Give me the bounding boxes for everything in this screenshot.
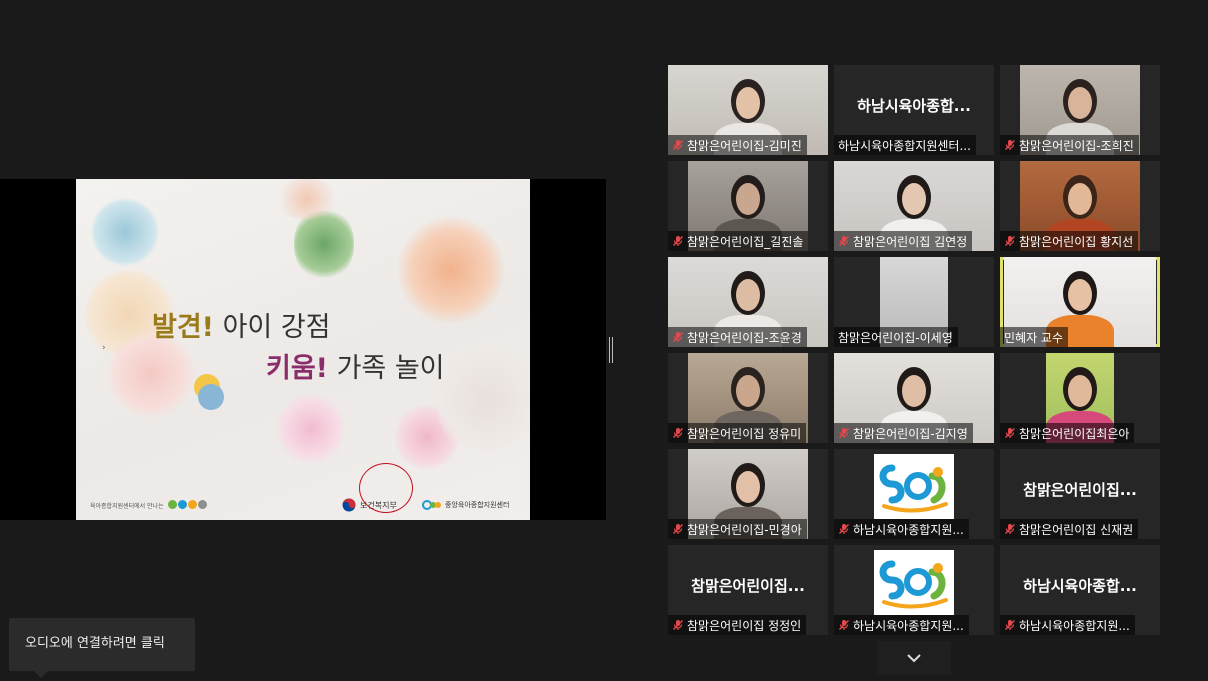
participant-tile[interactable]: 참맑은어린이집 김연정 <box>834 161 994 251</box>
tooltip-text: 오디오에 연결하려면 클릭 <box>25 636 165 651</box>
participant-name: 참맑은어린이집 정유미 <box>687 426 802 441</box>
gallery-next-page-button[interactable] <box>877 641 951 675</box>
participant-name: 하남시육아종합지원... <box>853 618 964 633</box>
participant-tile[interactable]: 참맑은어린이집-조윤경 <box>668 257 828 347</box>
participant-nameplate: 참맑은어린이집-민경아 <box>668 519 807 539</box>
shared-screen: › 발견! 아이 강점 키움! 가족 놀이 육아종합지원센터에서 만나는 보건복… <box>0 179 606 520</box>
participant-nameplate: 참맑은어린이집-김지영 <box>834 423 973 443</box>
participant-name: 참맑은어린이집 정정인 <box>687 618 802 633</box>
participant-name: 참맑은어린이집-민경아 <box>687 522 802 537</box>
participant-nameplate: 참맑은어린이집 정유미 <box>668 423 807 443</box>
participant-name: 하남시육아종합지원... <box>1019 618 1130 633</box>
audio-connect-tooltip[interactable]: 오디오에 연결하려면 클릭 <box>9 618 195 678</box>
participant-tile[interactable]: 참맑은어린이집 정유미 <box>668 353 828 443</box>
participant-logo <box>874 550 954 615</box>
participant-tile[interactable]: 민혜자 교수 <box>1000 257 1160 347</box>
chevron-down-icon <box>907 654 921 663</box>
organization-logo-icon <box>879 560 948 609</box>
participant-nameplate: 민혜자 교수 <box>1000 327 1069 347</box>
participant-nameplate: 하남시육아종합지원... <box>834 519 969 539</box>
participant-name: 참맑은어린이집최은아 <box>1019 426 1130 441</box>
participant-name: 참맑은어린이집 신재권 <box>1019 522 1134 537</box>
mic-muted-icon <box>673 428 683 438</box>
participant-tile[interactable]: 참맑은어린이집-김미진 <box>668 65 828 155</box>
participant-nameplate: 참맑은어린이집 신재권 <box>1000 519 1139 539</box>
participant-nameplate: 참맑은어린이집 황지선 <box>1000 231 1139 251</box>
participant-tile[interactable]: 참맑은어린이집 황지선 <box>1000 161 1160 251</box>
participant-name: 하남시육아종합지원... <box>853 522 964 537</box>
participant-display-name: 하남시육아종합... <box>857 97 971 115</box>
participant-logo <box>874 454 954 519</box>
participant-tile[interactable]: 하남시육아종합지원... <box>834 545 994 635</box>
participant-name: 하남시육아종합지원센터... <box>838 138 971 153</box>
mic-muted-icon <box>1005 524 1015 534</box>
participant-tile[interactable]: 하남시육아종합지원... <box>834 449 994 539</box>
mic-muted-icon <box>839 524 849 534</box>
participant-tile[interactable]: 참맑은어린이집-조희진 <box>1000 65 1160 155</box>
participant-tile[interactable]: 참맑은어린이집-이세영 <box>834 257 994 347</box>
ministry-logo: 보건복지부 <box>342 498 397 512</box>
participant-name: 참맑은어린이집-조희진 <box>1019 138 1134 153</box>
participant-nameplate: 참맑은어린이집 정정인 <box>668 615 807 635</box>
slide-footer-left: 육아종합지원센터에서 만나는 <box>90 500 208 511</box>
participant-tile[interactable]: 참맑은어린이집최은아 <box>1000 353 1160 443</box>
center-logo: 중앙육아종합지원센터 <box>422 499 509 511</box>
mic-muted-icon <box>1005 236 1015 246</box>
participant-name: 참맑은어린이집_길진솔 <box>687 234 804 249</box>
mic-muted-icon <box>673 236 683 246</box>
participant-nameplate: 하남시육아종합지원... <box>1000 615 1135 635</box>
participant-name: 참맑은어린이집-조윤경 <box>687 330 802 345</box>
mic-muted-icon <box>673 140 683 150</box>
participant-tile[interactable]: 하남시육아종합... 하남시육아종합지원센터... <box>834 65 994 155</box>
participant-nameplate: 참맑은어린이집-조희진 <box>1000 135 1139 155</box>
participant-nameplate: 참맑은어린이집 김연정 <box>834 231 973 251</box>
slide-title-line2: 키움! 가족 놀이 <box>266 353 445 384</box>
participant-display-name: 하남시육아종합... <box>1023 577 1137 595</box>
mic-muted-icon <box>673 524 683 534</box>
participant-tile[interactable]: 참맑은어린이집... 참맑은어린이집 신재권 <box>1000 449 1160 539</box>
participant-tile[interactable]: 하남시육아종합... 하남시육아종합지원... <box>1000 545 1160 635</box>
slide-prev-icon: › <box>102 343 106 353</box>
participant-name: 참맑은어린이집 김연정 <box>853 234 968 249</box>
mic-muted-icon <box>1005 620 1015 630</box>
mic-muted-icon <box>839 236 849 246</box>
mic-muted-icon <box>1005 428 1015 438</box>
participant-tile[interactable]: 참맑은어린이집_길진솔 <box>668 161 828 251</box>
mic-muted-icon <box>839 428 849 438</box>
center-logo-icon <box>422 500 441 510</box>
presentation-slide: › 발견! 아이 강점 키움! 가족 놀이 육아종합지원센터에서 만나는 보건복… <box>76 179 530 520</box>
organization-logo-icon <box>879 464 948 513</box>
participant-display-name: 참맑은어린이집... <box>1023 481 1137 499</box>
participant-name: 참맑은어린이집-김미진 <box>687 138 802 153</box>
participant-name: 참맑은어린이집 황지선 <box>1019 234 1134 249</box>
participant-nameplate: 참맑은어린이집-조윤경 <box>668 327 807 347</box>
participant-tile[interactable]: 참맑은어린이집-민경아 <box>668 449 828 539</box>
participant-name: 참맑은어린이집-이세영 <box>838 330 953 345</box>
participant-tile[interactable]: 참맑은어린이집... 참맑은어린이집 정정인 <box>668 545 828 635</box>
mic-muted-icon <box>673 332 683 342</box>
participant-tile[interactable]: 참맑은어린이집-김지영 <box>834 353 994 443</box>
splitter-handle[interactable] <box>609 337 613 363</box>
participant-nameplate: 참맑은어린이집-김미진 <box>668 135 807 155</box>
participant-nameplate: 참맑은어린이집-이세영 <box>834 327 958 347</box>
participant-nameplate: 참맑은어린이집_길진솔 <box>668 231 809 251</box>
participant-name: 민혜자 교수 <box>1004 330 1064 345</box>
participant-nameplate: 하남시육아종합지원... <box>834 615 969 635</box>
participant-nameplate: 참맑은어린이집최은아 <box>1000 423 1135 443</box>
mic-muted-icon <box>1005 140 1015 150</box>
participant-display-name: 참맑은어린이집... <box>691 577 805 595</box>
slide-title-line1: 발견! 아이 강점 <box>152 312 331 343</box>
mic-muted-icon <box>673 620 683 630</box>
participant-name: 참맑은어린이집-김지영 <box>853 426 968 441</box>
taegeuk-icon <box>342 498 356 512</box>
participant-nameplate: 하남시육아종합지원센터... <box>834 135 976 155</box>
mic-muted-icon <box>839 620 849 630</box>
colored-dots-icon <box>167 500 208 511</box>
